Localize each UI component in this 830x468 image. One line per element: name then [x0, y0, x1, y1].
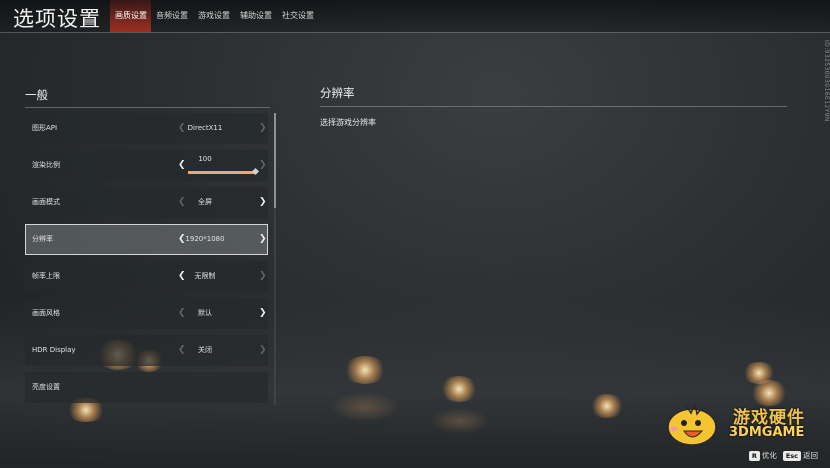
3dmgame-watermark: 游戏硬件 3DMGAME	[662, 403, 817, 447]
setting-value: 默认	[198, 309, 212, 317]
lantern-glow	[590, 394, 624, 418]
setting-label: 画面风格	[32, 309, 60, 317]
chevron-right-icon[interactable]: ❯	[259, 187, 267, 218]
lantern-reflection	[430, 408, 490, 434]
tab-audio[interactable]: 音频设置	[151, 0, 193, 32]
detail-description: 选择游戏分辨率	[320, 118, 376, 127]
key-esc-icon: Esc	[782, 451, 801, 461]
detail-title: 分辨率	[320, 86, 355, 100]
settings-scrollbar[interactable]	[274, 113, 276, 405]
watermark-line2: 3DMGAME	[729, 425, 805, 440]
key-r-icon: R	[748, 451, 760, 461]
tab-accessibility[interactable]: 辅助设置	[235, 0, 277, 32]
lantern-glow	[343, 356, 387, 384]
hint-label: 优化	[761, 451, 777, 460]
tab-game[interactable]: 游戏设置	[193, 0, 235, 32]
page-title: 选项设置	[13, 7, 101, 31]
hint-back[interactable]: Esc 返回	[782, 450, 818, 461]
render-scale-slider[interactable]	[188, 167, 260, 176]
hint-optimize[interactable]: R 优化	[748, 450, 777, 461]
chevron-right-icon[interactable]: ❯	[259, 224, 267, 255]
section-divider	[25, 107, 270, 108]
setting-row-frame-limit[interactable]: 帧率上限 ❮ 无限制 ❯	[25, 261, 268, 292]
setting-label: 渲染比例	[32, 161, 60, 169]
setting-value: 无限制	[194, 272, 216, 280]
scrollbar-thumb[interactable]	[274, 113, 276, 208]
chevron-right-icon[interactable]: ❯	[259, 261, 267, 292]
hint-label: 返回	[803, 451, 818, 460]
setting-label: 帧率上限	[32, 272, 60, 280]
setting-label: 画面模式	[32, 198, 60, 206]
setting-value: 关闭	[198, 346, 212, 354]
setting-value: DirectX11	[187, 124, 223, 132]
chevron-right-icon[interactable]: ❯	[259, 298, 267, 329]
lantern-reflection	[330, 392, 400, 422]
section-title-general: 一般	[25, 88, 48, 102]
setting-row-graphics-api[interactable]: 图形API ❮ DirectX11 ❯	[25, 113, 268, 144]
tab-graphics[interactable]: 画质设置	[110, 0, 151, 32]
chevron-right-icon[interactable]: ❯	[259, 150, 267, 181]
setting-row-hdr-display[interactable]: HDR Display ❮ 关闭 ❯	[25, 335, 268, 366]
setting-row-render-scale[interactable]: 渲染比例 ❮ 100 ❯	[25, 150, 268, 181]
slider-fill	[188, 171, 256, 174]
tab-social[interactable]: 社交设置	[277, 0, 319, 32]
setting-value: 1920*1080	[185, 235, 225, 243]
chevron-right-icon[interactable]: ❯	[259, 113, 267, 144]
setting-label: 亮度设置	[32, 383, 60, 391]
setting-row-brightness[interactable]: 亮度设置	[25, 372, 268, 403]
lantern-glow	[440, 376, 478, 402]
chevron-right-icon[interactable]: ❯	[259, 335, 267, 366]
detail-divider	[320, 106, 787, 107]
setting-row-visual-style[interactable]: 画面风格 ❮ 默认 ❯	[25, 298, 268, 329]
top-divider	[0, 32, 830, 33]
setting-row-display-mode[interactable]: 画面模式 ❮ 全屏 ❯	[25, 187, 268, 218]
setting-label: HDR Display	[32, 346, 76, 354]
settings-list: 图形API ❮ DirectX11 ❯ 渲染比例 ❮ 100 ❯ 画面模式 ❮ …	[25, 113, 270, 405]
button-hints: R 优化 Esc 返回	[748, 450, 818, 461]
setting-label: 图形API	[32, 124, 58, 132]
bird-mascot-logo	[667, 403, 717, 446]
settings-tabs: 画质设置 音频设置 游戏设置 辅助设置 社交设置	[110, 0, 319, 32]
build-id: ID:93253003016E12Y9N	[823, 40, 830, 122]
setting-row-resolution[interactable]: 分辨率 ❮ 1920*1080 ❯	[25, 224, 268, 255]
setting-label: 分辨率	[32, 235, 53, 243]
setting-value: 全屏	[198, 198, 212, 206]
